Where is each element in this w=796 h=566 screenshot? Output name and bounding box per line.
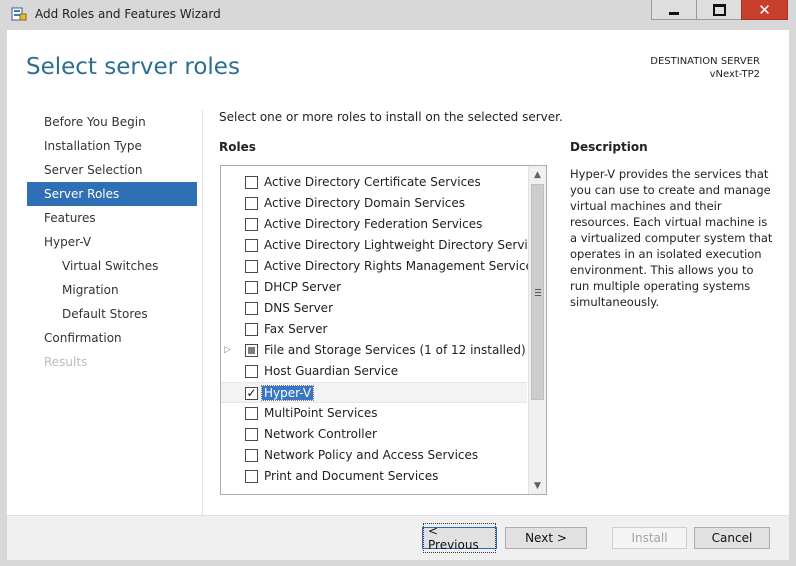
next-button[interactable]: Next > [505,527,587,549]
checkbox[interactable] [245,428,258,441]
nav-item-server-selection[interactable]: Server Selection [27,158,197,182]
role-label: Hyper-V [260,385,315,401]
role-label: Active Directory Rights Management Servi… [264,259,540,273]
roles-list[interactable]: Active Directory Certificate Services Ac… [220,165,547,495]
partial-check-icon [248,347,255,354]
destination-server-value: vNext-TP2 [709,69,760,80]
nav-divider [202,110,203,520]
nav-item-before-you-begin[interactable]: Before You Begin [27,110,197,134]
minimize-button[interactable] [651,0,697,20]
role-label: File and Storage Services (1 of 12 insta… [264,343,526,357]
cancel-button-label: Cancel [711,531,753,545]
role-label: DNS Server [264,301,333,315]
nav-item-confirmation[interactable]: Confirmation [27,326,197,350]
checkbox[interactable] [245,176,258,189]
title-bar: Add Roles and Features Wizard ✕ [0,0,796,30]
nav-item-server-roles[interactable]: Server Roles [27,182,197,206]
role-label: DHCP Server [264,280,342,294]
scroll-down-icon[interactable]: ▼ [529,477,546,494]
window-title: Add Roles and Features Wizard [35,7,221,21]
scroll-thumb[interactable] [531,184,544,400]
role-row-adds[interactable]: Active Directory Domain Services [221,193,527,214]
description-heading: Description [570,140,648,154]
role-row-host-guardian[interactable]: Host Guardian Service [221,361,527,382]
role-label: Host Guardian Service [264,364,399,378]
role-label: Active Directory Federation Services [264,217,483,231]
role-row-adrms[interactable]: Active Directory Rights Management Servi… [221,256,539,277]
nav-item-virtual-switches[interactable]: Virtual Switches [27,254,197,278]
role-row-file-storage[interactable]: ▷ File and Storage Services (1 of 12 inst… [221,340,527,361]
checkbox[interactable] [245,407,258,420]
button-bar: < Previous Next > Install Cancel [7,515,789,560]
role-label: Active Directory Certificate Services [264,175,481,189]
page-title: Select server roles [26,54,240,80]
nav-item-results: Results [44,355,88,369]
wizard-nav: Before You Begin Installation Type Serve… [27,110,197,374]
minimize-icon [669,12,679,15]
cancel-button[interactable]: Cancel [694,527,770,549]
role-row-npas[interactable]: Network Policy and Access Services [221,445,527,466]
wizard-window: Add Roles and Features Wizard ✕ Select s… [0,0,796,566]
checkbox[interactable] [245,470,258,483]
checkbox[interactable] [245,218,258,231]
checkbox-partial[interactable] [245,344,258,357]
expand-arrow-icon[interactable]: ▷ [224,345,231,355]
description-text: Hyper-V provides the services that you c… [570,167,773,309]
role-row-fax[interactable]: Fax Server [221,319,527,340]
checkbox[interactable] [245,260,258,273]
checkbox[interactable] [245,365,258,378]
instruction-text: Select one or more roles to install on t… [219,110,563,124]
role-label: Active Directory Domain Services [264,196,466,210]
scroll-up-icon[interactable]: ▲ [529,166,546,183]
close-icon: ✕ [758,0,771,19]
destination-server: DESTINATION SERVER vNext-TP2 [650,55,760,81]
close-button[interactable]: ✕ [741,0,788,20]
maximize-button[interactable] [696,0,742,20]
role-label: Print and Document Services [264,469,439,483]
role-row-print[interactable]: Print and Document Services [221,466,527,487]
role-row-adfs[interactable]: Active Directory Federation Services [221,214,527,235]
roles-scrollbar[interactable]: ▲ ▼ [528,166,546,494]
role-row-adlds[interactable]: Active Directory Lightweight Directory S… [221,235,546,256]
role-row-hyper-v[interactable]: ✓ Hyper-V [221,382,527,403]
checkbox-checked[interactable]: ✓ [245,387,258,400]
next-button-label: Next > [525,531,567,545]
checkbox[interactable] [245,281,258,294]
maximize-icon [712,3,726,16]
previous-button-label: < Previous [423,523,496,553]
role-label: MultiPoint Services [264,406,378,420]
role-row-adcs[interactable]: Active Directory Certificate Services [221,172,527,193]
wizard-content: Select server roles DESTINATION SERVER v… [7,30,789,560]
role-label: Fax Server [264,322,328,336]
server-manager-icon [11,7,27,21]
nav-item-migration[interactable]: Migration [27,278,197,302]
role-row-multipoint[interactable]: MultiPoint Services [221,403,527,424]
role-label: Active Directory Lightweight Directory S… [264,238,547,252]
nav-item-installation-type[interactable]: Installation Type [27,134,197,158]
roles-heading: Roles [219,140,256,154]
role-row-dhcp[interactable]: DHCP Server [221,277,527,298]
install-button: Install [612,527,687,549]
nav-item-hyper-v[interactable]: Hyper-V [27,230,197,254]
role-row-network-controller[interactable]: Network Controller [221,424,527,445]
previous-button[interactable]: < Previous [422,523,497,553]
role-row-dns[interactable]: DNS Server [221,298,527,319]
checkbox[interactable] [245,323,258,336]
nav-item-features[interactable]: Features [27,206,197,230]
role-label: Network Controller [264,427,377,441]
checkbox[interactable] [245,197,258,210]
checkbox[interactable] [245,302,258,315]
nav-item-default-stores[interactable]: Default Stores [27,302,197,326]
destination-server-label: DESTINATION SERVER [650,56,760,67]
grip-icon [535,289,541,296]
checkbox[interactable] [245,239,258,252]
checkmark-icon: ✓ [246,386,257,400]
checkbox[interactable] [245,449,258,462]
install-button-label: Install [631,531,668,545]
role-label: Network Policy and Access Services [264,448,479,462]
